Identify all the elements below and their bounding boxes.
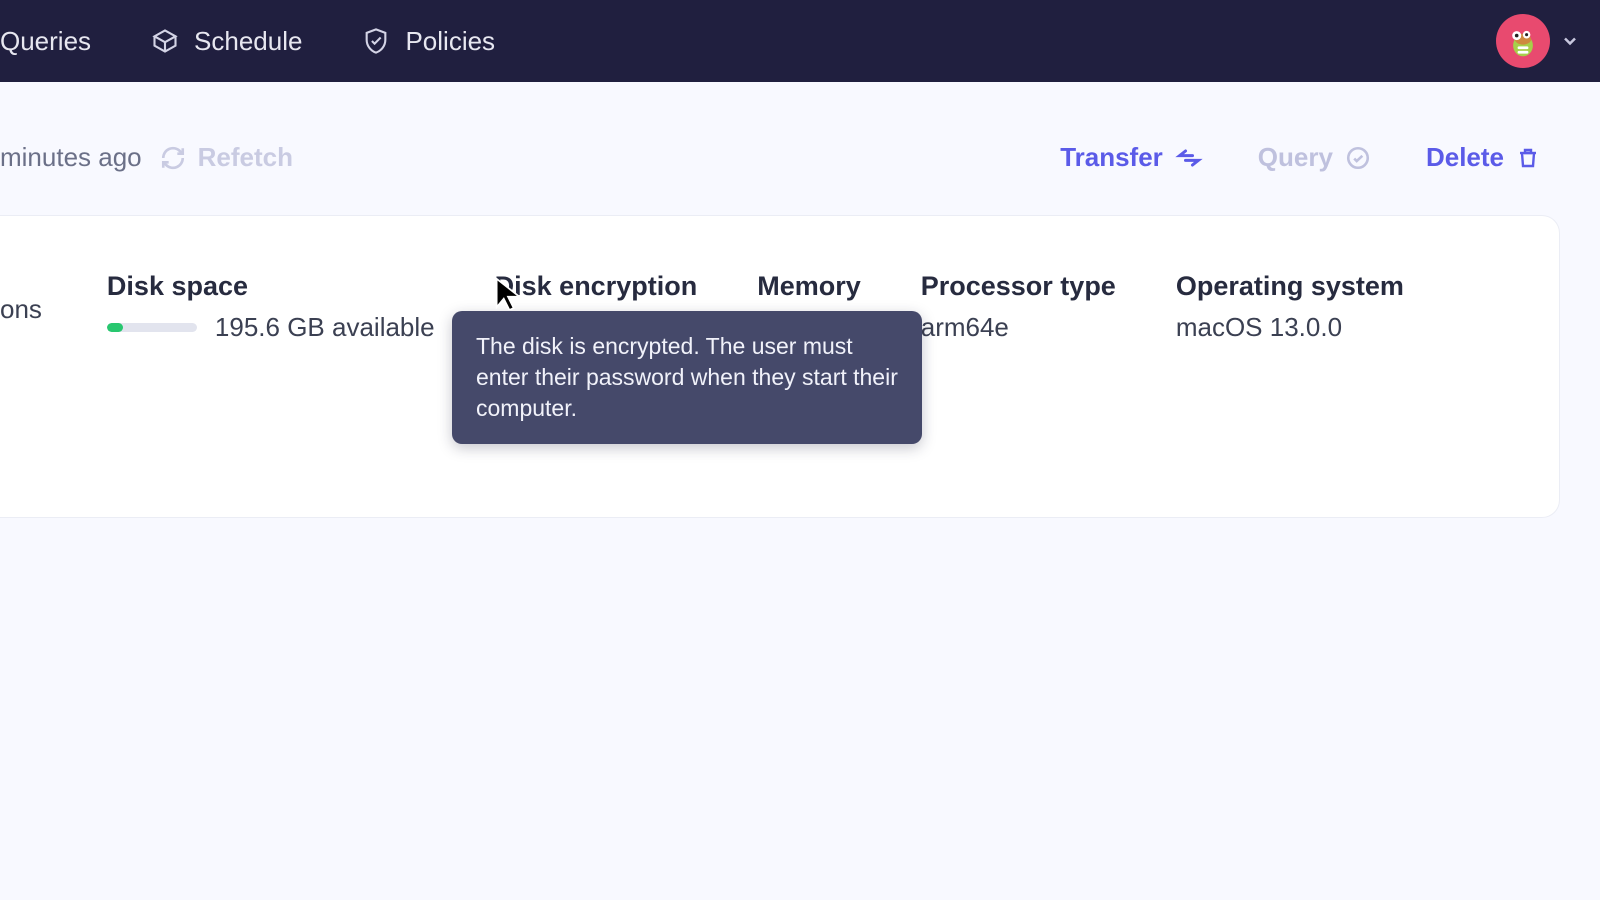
box-icon [151,27,179,55]
transfer-icon [1175,144,1203,172]
delete-button[interactable]: Delete [1426,142,1540,173]
processor-value: arm64e [921,312,1116,343]
last-fetched: minutes ago Refetch [0,142,293,173]
refetch-label: Refetch [198,142,293,173]
refresh-icon [160,145,186,171]
stat-disk-space: Disk space 195.6 GB available [107,271,435,343]
stat-processor: Processor type arm64e [921,271,1116,343]
stat-title: Operating system [1176,271,1404,302]
stat-title: Disk encryption [495,271,698,302]
nav-label: Policies [405,26,495,57]
host-actions: Transfer Query Delete [1060,142,1540,173]
avatar [1496,14,1550,68]
nav-list: Queries Schedule Policies [0,26,495,57]
disk-usage-bar [107,323,197,332]
transfer-label: Transfer [1060,142,1163,173]
nav-item-schedule[interactable]: Schedule [151,26,302,57]
transfer-button[interactable]: Transfer [1060,142,1203,173]
query-button[interactable]: Query [1258,142,1371,173]
stat-os: Operating system macOS 13.0.0 [1176,271,1404,343]
nav-label: Queries [0,26,91,57]
nav-item-policies[interactable]: Policies [362,26,495,57]
query-label: Query [1258,142,1333,173]
delete-label: Delete [1426,142,1504,173]
trash-icon [1516,146,1540,170]
disk-available-text: 195.6 GB available [215,312,435,343]
os-link[interactable]: macOS 13.0.0 [1176,312,1404,343]
top-nav: Queries Schedule Policies [0,0,1600,82]
user-menu[interactable] [1496,14,1580,68]
stat-title: Disk space [107,271,435,302]
truncated-label: ons [0,294,67,325]
nav-label: Schedule [194,26,302,57]
encryption-tooltip: The disk is encrypted. The user must ent… [452,311,922,444]
nav-item-queries[interactable]: Queries [0,26,91,57]
disk-usage-fill [107,323,123,332]
last-fetched-text: minutes ago [0,142,142,173]
stat-title: Processor type [921,271,1116,302]
query-check-icon [1345,145,1371,171]
stat-title: Memory [757,271,861,302]
action-row: minutes ago Refetch Transfer Query [0,82,1600,203]
host-details-card: ons Disk space 195.6 GB available Disk e… [0,215,1560,518]
chevron-down-icon [1560,31,1580,51]
shield-check-icon [362,27,390,55]
refetch-button[interactable]: Refetch [160,142,293,173]
